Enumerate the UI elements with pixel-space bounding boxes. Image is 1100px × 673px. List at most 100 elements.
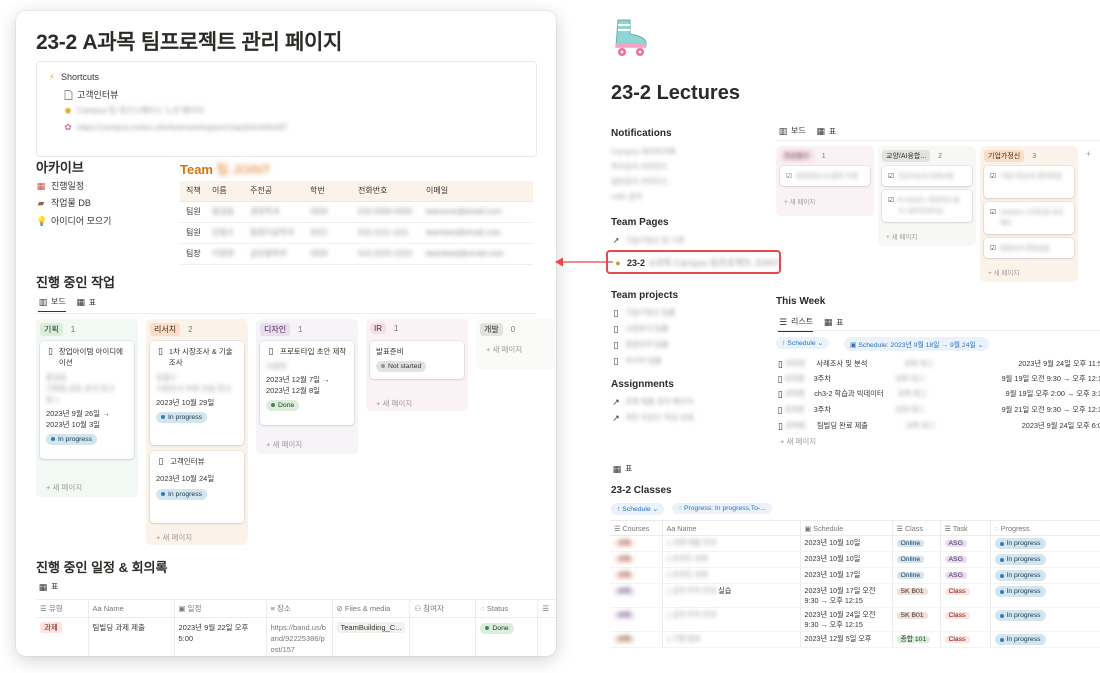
table-cell: 2023년 12월 5일 오후 (800, 631, 893, 648)
table-row[interactable]: 과목 ▯ 강의 주차 안내 실습 2023년 10월 17일 오전 9:30 →… (610, 583, 1100, 608)
new-page-button[interactable]: + 새 페이지 (486, 344, 522, 355)
board-card[interactable]: ☑ Campus 스타트업 프로젝트 (984, 202, 1074, 234)
team-members-table: 직책 이름 주전공 학번 전화번호 이메일 팀원 홍길동 경영학과 2020 0… (180, 181, 533, 265)
status-badge: In progress (46, 433, 98, 445)
board-card[interactable]: ▯ 고객인터뷰 2023년 10월 24일 In progress (150, 451, 244, 523)
list-item[interactable]: ▯ 과목명 3주차 과목 태그 9월 19일 오전 9:30 → 오후 12:1… (776, 371, 1100, 386)
task-tag: ASG (944, 556, 967, 563)
tab-table[interactable]: ▦ 표 (76, 297, 96, 312)
column-header: Aa Name (662, 520, 801, 536)
add-column-button[interactable]: + (1086, 149, 1091, 159)
list-item[interactable]: ▯ 과목명 사례조사 및 분석 과목 태그 2023년 9월 24일 오후 11… (776, 356, 1100, 371)
table-cell: 010-1111-1111 (352, 222, 420, 244)
team-project-item[interactable]: ▯ 리서치 팀플 (611, 355, 662, 366)
table-row[interactable]: 팀원 홍길동 경영학과 2020 010-0000-0000 teamone@e… (180, 201, 533, 223)
classes-progress-filter[interactable]: ◌ Progress: In progress,To-... (672, 503, 772, 514)
table-row[interactable]: 팀원 김철수 컴퓨터공학과 2021 010-1111-1111 teamtwo… (180, 222, 533, 244)
table-cell: 글로벌학부 (244, 243, 304, 265)
assignment-item[interactable]: ↗ 과제 제출 관리 페이지 (611, 396, 693, 407)
table-row[interactable]: 과목 ▯ 기말 발표 2023년 12월 5일 오후 종합 101 Class … (610, 631, 1100, 648)
tab-board[interactable]: ▥ 보드 (778, 125, 806, 141)
board-card[interactable]: ☑ 인공지능과 미래사회 (882, 166, 972, 186)
list-item[interactable]: ▯ 과목명 팀빌딩 완료 제출 과목 태그 2023년 9월 24일 오후 6:… (776, 418, 1100, 433)
status-badge: Done (480, 622, 514, 634)
work-view-tabs: ▥ 보드 ▦ 표 (38, 296, 96, 312)
shortcut-link-interview[interactable]: 고객인터뷰 (63, 88, 118, 101)
archive-item-schedule[interactable]: ▦ 진행일정 (36, 179, 84, 192)
new-page-button[interactable]: + 새 페이지 (886, 231, 917, 241)
tab-table[interactable]: ▦ 표 (816, 126, 836, 141)
tab-table[interactable]: ▦ 표 (38, 581, 59, 596)
notification-item[interactable]: 학사공지 리마인드 (611, 161, 668, 172)
board-card[interactable]: ☑ R-AIDSS, 빅데이터 분석, 데이터마이닝 (882, 190, 972, 222)
status-badge: Not started (376, 360, 427, 372)
schedule-sort-pill[interactable]: ↑ Schedule ⌄ (776, 337, 830, 349)
notification-item[interactable]: 일반공지 리마인드 (611, 176, 668, 187)
column-header: ≡ 장소 (266, 599, 333, 618)
team-project-item[interactable]: ▯ 경영전략 팀플 (611, 339, 669, 350)
list-item[interactable]: ▯ 과목명 3주차 과목 태그 9월 21일 오전 9:30 → 오후 12:1… (776, 402, 1100, 417)
board-card[interactable]: ☑ 기업가정신과 벤처창업 (984, 166, 1074, 198)
shortcut-link-campus[interactable]: ✺ Campus 팀 워크스페이스 노션 페이지 (63, 105, 204, 116)
column-header: 개발 0 (480, 323, 515, 336)
schedule-filter-pill[interactable]: ▣ Schedule: 2023년 9월 18일 → 9월 24일 ⌄ (844, 337, 990, 351)
table-cell: 경영학과 (244, 201, 304, 223)
file-chip[interactable]: TeamBuilding_C... (336, 622, 406, 633)
new-page-button[interactable]: + 새 페이지 (784, 196, 815, 206)
table-row[interactable]: 팀장 이영희 글로벌학부 2020 010-2222-2222 teamlead… (180, 243, 533, 265)
team-project-item[interactable]: ▯ 기업가정신 팀플 (611, 307, 676, 318)
tab-board[interactable]: ▥ 보드 (38, 296, 66, 312)
task-tag: ASG (944, 572, 967, 579)
table-cell: 팀빌딩 과제 제출 (88, 617, 175, 656)
lightning-icon: ⚡ (48, 72, 56, 82)
team-project-item[interactable]: ▯ 시장분석 팀플 (611, 323, 669, 334)
task-tag: Class (944, 636, 970, 643)
table-row[interactable]: 과목 ▯ 과제 제출 안내 2023년 10월 10일 Online ASG I… (610, 535, 1100, 552)
archive-item-ideas[interactable]: 💡 아이디어 모으기 (36, 214, 111, 227)
board-card[interactable]: ▯ 프로토타입 초안 제작 이영희 2023년 12월 7일 → 2023년 12… (260, 341, 354, 425)
column-header: IR 1 (370, 323, 398, 334)
board-card[interactable]: ▯ 창업아이템 아이디에이션 홍길동 기획팀 공유 문서 링크 팀 1 2023년… (40, 341, 134, 459)
table-row[interactable]: 과제 팀빌딩 과제 제출 2023년 9월 22일 오후 5:00 https:… (36, 617, 556, 656)
right-page: 23-2 Lectures Notifications Campus 네이버카페… (600, 0, 1100, 673)
table-icon: ▦ (76, 297, 85, 307)
new-page-button[interactable]: + 새 페이지 (266, 439, 302, 450)
archive-item-work-db[interactable]: ▰ 작업물 DB (36, 196, 91, 209)
classes-sort-pill[interactable]: ↑ Schedule ⌄ (611, 503, 665, 515)
list-item[interactable]: ▯ 과목명 ch3-2 학습과 빅데이터 과목 태그 9월 19일 오후 2:0… (776, 386, 1100, 401)
document-icon: ▯ (613, 323, 619, 334)
tab-table[interactable]: ▦ 표 (612, 463, 633, 478)
board-card[interactable]: ▯ 1차 시장조사 & 기술조사 김철수 시장조사 자료 모음 링크 2023년 … (150, 341, 244, 445)
column-header: 전화번호 (352, 181, 420, 202)
table-row[interactable]: 과목 ▯ 온라인 과제 2023년 10월 17일 Online ASG In … (610, 567, 1100, 584)
column-header: 기획 1 (40, 323, 75, 336)
course-view-tabs: ▥ 보드 ▦ 표 (778, 125, 836, 141)
left-page-card: 23-2 A과목 팀프로젝트 관리 페이지 ⚡ Shortcuts 고객인터뷰 … (16, 11, 556, 656)
table-cell: 김철수 (206, 222, 244, 244)
table-row[interactable]: 과목 ▯ 온라인 과제 2023년 10월 10일 Online ASG In … (610, 551, 1100, 568)
shortcut-link-url[interactable]: ✿ https://campus.notion.site/teamworkspa… (63, 122, 288, 132)
new-page-button[interactable]: + 새 페이지 (780, 436, 816, 447)
table-row[interactable]: 과목 ▯ 강의 주차 안내 2023년 10월 24일 오전 9:30 → 오후… (610, 607, 1100, 632)
new-page-button[interactable]: + 새 페이지 (376, 398, 412, 409)
column-header: 이름 (206, 181, 244, 202)
board-card[interactable]: ☑ 경영정보시스템의 이해 (780, 166, 870, 186)
team-page-item[interactable]: ↗ 기업가정신 팀 기록 (611, 235, 685, 246)
new-page-button[interactable]: + 새 페이지 (46, 482, 82, 493)
checkbox-icon: ☑ (888, 173, 894, 180)
notification-item[interactable]: Campus 네이버카페 (611, 146, 676, 157)
new-page-button[interactable]: + 새 페이지 (988, 267, 1019, 277)
roller-skate-icon (610, 16, 652, 63)
table-header-row: 직책 이름 주전공 학번 전화번호 이메일 (180, 181, 533, 202)
new-page-button[interactable]: + 새 페이지 (156, 532, 192, 543)
assignment-item[interactable]: ↗ 개인 리포트 작성 과제 (611, 412, 693, 423)
schedule-heading: 진행 중인 일정 & 회의록 (36, 560, 168, 575)
board-icon: ▥ (38, 296, 48, 307)
notification-item[interactable]: LMS 공지 (611, 191, 642, 202)
table-cell[interactable]: https://band.us/band/92225386/post/157 (266, 617, 333, 656)
document-icon: ▯ (777, 404, 783, 415)
table-cell: 이영희 (206, 243, 244, 265)
board-card[interactable]: ☑ 팀빌딩과 창업실습 (984, 238, 1074, 258)
board-card[interactable]: 발표준비 Not started (370, 341, 464, 379)
class-tag: SK B01 (896, 612, 928, 619)
